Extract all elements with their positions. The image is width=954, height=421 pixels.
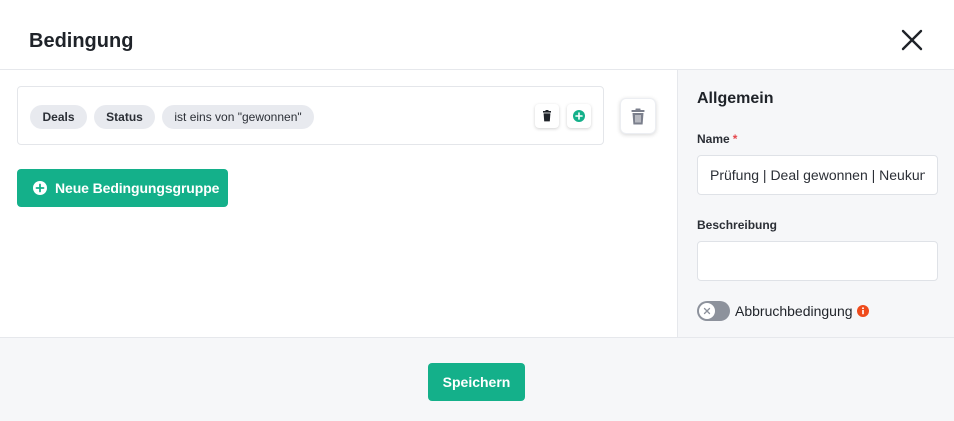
x-icon [703, 307, 711, 315]
add-condition-button[interactable] [567, 104, 591, 128]
description-input[interactable] [697, 241, 938, 281]
toggle-knob [699, 303, 715, 319]
condition-value-chip[interactable]: ist eins von "gewonnen" [162, 105, 314, 129]
plus-circle-icon [33, 181, 47, 195]
close-icon [901, 29, 923, 51]
condition-editor: Deals Status ist eins von "gewonnen" Neu… [0, 70, 677, 337]
trash-icon [631, 108, 645, 124]
condition-field-chip[interactable]: Status [94, 105, 155, 129]
condition-group: Deals Status ist eins von "gewonnen" [17, 86, 604, 145]
abort-condition-toggle[interactable] [697, 301, 730, 321]
abort-condition-label: Abbruchbedingung [735, 303, 853, 319]
plus-circle-icon [573, 110, 585, 122]
new-condition-group-button[interactable]: Neue Bedingungsgruppe [17, 169, 228, 207]
close-button[interactable] [899, 27, 925, 53]
description-label: Beschreibung [697, 218, 778, 232]
dialog-header: Bedingung [0, 0, 954, 70]
condition-object-chip[interactable]: Deals [30, 105, 87, 129]
general-panel: Allgemein Name* Beschreibung Abbruchbedi… [677, 70, 954, 337]
dialog-footer: Speichern [0, 337, 954, 421]
required-marker: * [732, 132, 738, 146]
name-label-text: Name [697, 132, 730, 146]
new-condition-group-label: Neue Bedingungsgruppe [55, 180, 220, 196]
save-button[interactable]: Speichern [428, 363, 525, 401]
trash-icon [543, 110, 551, 122]
delete-group-button[interactable] [620, 98, 656, 134]
general-section-title: Allgemein [697, 90, 774, 107]
delete-condition-button[interactable] [535, 104, 559, 128]
name-label: Name * [697, 132, 737, 146]
info-icon[interactable] [856, 305, 869, 317]
abort-condition-row: Abbruchbedingung [697, 301, 869, 321]
dialog-title: Bedingung [29, 30, 134, 52]
name-input[interactable] [697, 155, 938, 195]
